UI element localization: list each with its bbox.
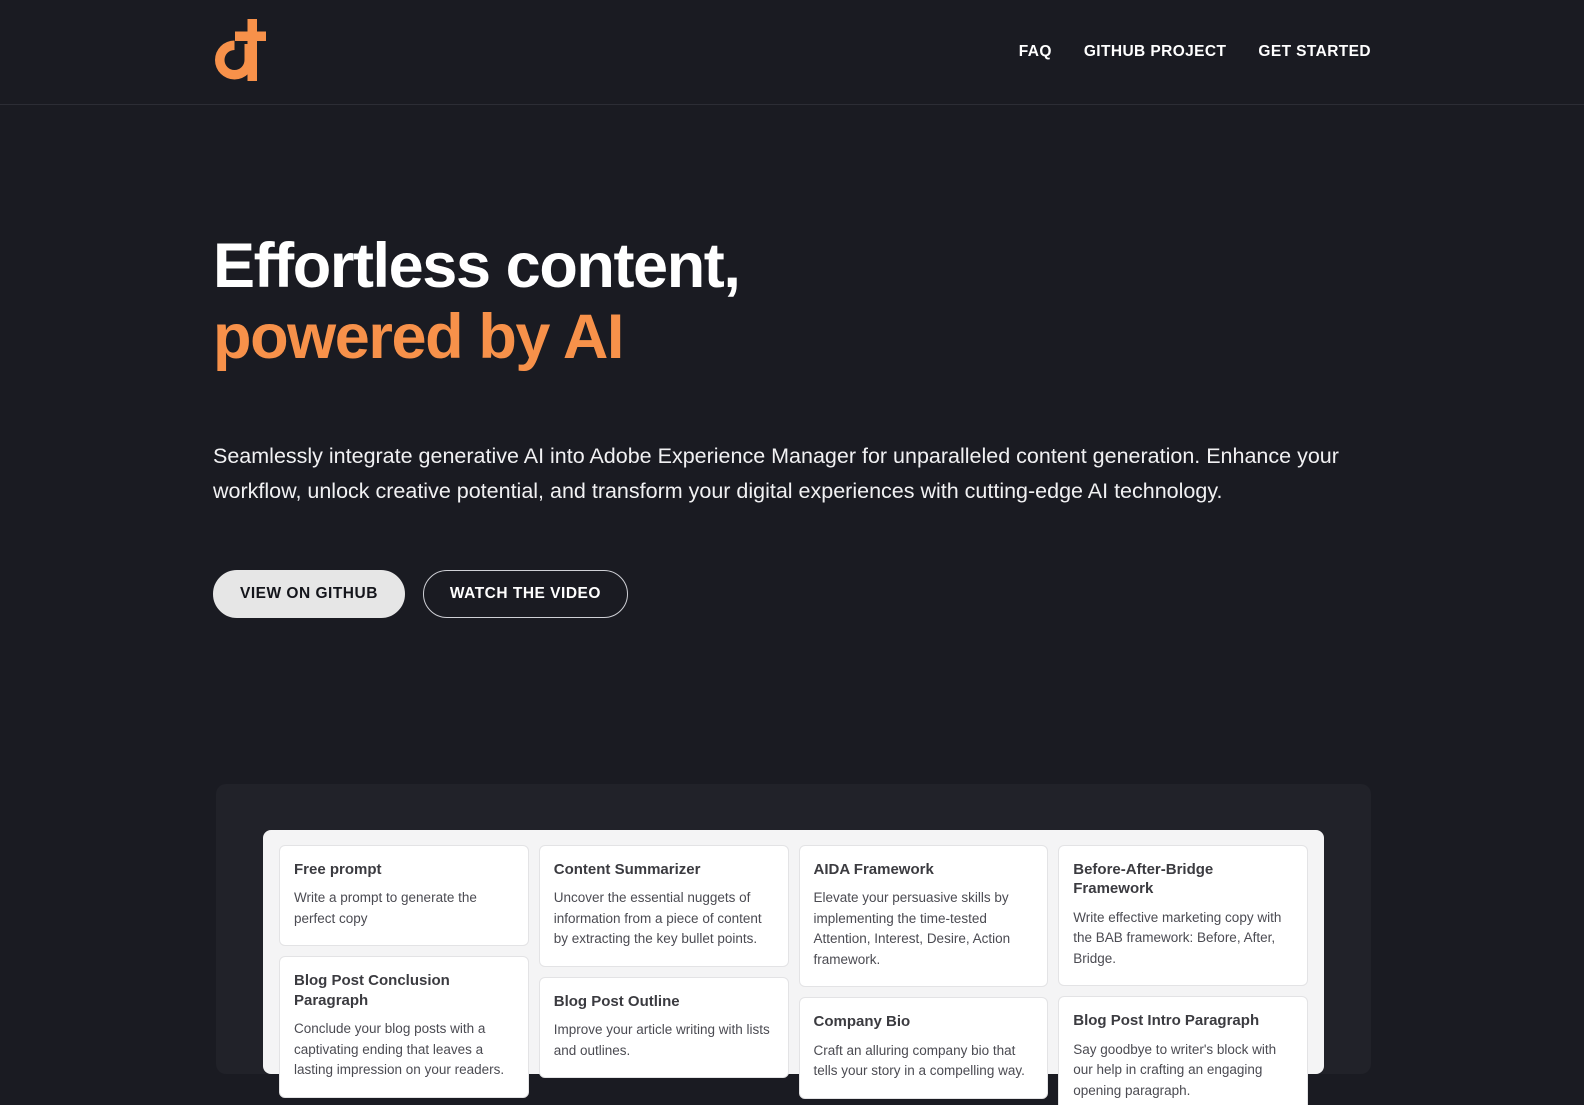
- prompt-card-description: Uncover the essential nuggets of informa…: [553, 890, 762, 947]
- nav-link-get-started[interactable]: GET STARTED: [1258, 43, 1371, 61]
- prompt-card[interactable]: Company Bio Craft an alluring company bi…: [798, 997, 1049, 1099]
- view-on-github-button[interactable]: VIEW ON GITHUB: [213, 569, 405, 618]
- prompt-card[interactable]: AIDA Framework Elevate your persuasive s…: [798, 844, 1049, 988]
- prompt-card[interactable]: Free prompt Write a prompt to generate t…: [279, 844, 529, 947]
- prompt-card-title: Content Summarizer: [553, 860, 701, 878]
- page-title: Effortless content, powered by AI: [213, 231, 1371, 373]
- prompt-card-title: Company Bio: [813, 1013, 911, 1031]
- prompt-card-description: Craft an alluring company bio that tells…: [813, 1042, 1025, 1079]
- prompt-card-title: Free prompt: [294, 860, 382, 878]
- prompt-card[interactable]: Blog Post Outline Improve your article w…: [538, 976, 789, 1079]
- aem-genai-logo-icon: [213, 18, 273, 86]
- prompt-card-description: Write a prompt to generate the perfect c…: [294, 890, 477, 926]
- nav-link-github-project[interactable]: GITHUB PROJECT: [1084, 43, 1227, 61]
- hero-title-line-1: Effortless content,: [213, 231, 741, 301]
- prompt-card-description: Elevate your persuasive skills by implem…: [813, 890, 1011, 967]
- prompt-card[interactable]: Blog Post Intro Paragraph Say goodbye to…: [1058, 996, 1308, 1105]
- prompt-card-title: Blog Post Intro Paragraph: [1073, 1012, 1260, 1030]
- prompt-card-title: AIDA Framework: [813, 860, 934, 878]
- prompt-card-title: Blog Post Conclusion Paragraph: [294, 972, 450, 1009]
- prompt-card-description: Write effective marketing copy with the …: [1073, 909, 1282, 966]
- prompt-card-grid: Free prompt Write a prompt to generate t…: [279, 844, 1308, 1105]
- hero-actions: VIEW ON GITHUB WATCH THE VIDEO: [213, 569, 1371, 618]
- prompt-card[interactable]: Blog Post Conclusion Paragraph Conclude …: [279, 956, 529, 1098]
- prompt-card-title: Before-After-Bridge Framework: [1073, 860, 1214, 898]
- prompt-card-title: Blog Post Outline: [553, 992, 680, 1010]
- hero-title-line-2: powered by AI: [213, 302, 624, 373]
- prompt-card-description: Improve your article writing with lists …: [553, 1022, 770, 1058]
- site-header: FAQ GITHUB PROJECT GET STARTED: [0, 0, 1584, 105]
- hero-section: Effortless content, powered by AI Seamle…: [0, 105, 1584, 618]
- nav-link-faq[interactable]: FAQ: [1019, 43, 1052, 61]
- prompt-showcase-surface: Free prompt Write a prompt to generate t…: [263, 829, 1324, 1105]
- main-nav: FAQ GITHUB PROJECT GET STARTED: [1019, 43, 1371, 61]
- watch-the-video-button[interactable]: WATCH THE VIDEO: [422, 569, 628, 618]
- logo-link[interactable]: [213, 18, 273, 86]
- prompt-showcase-panel: Free prompt Write a prompt to generate t…: [216, 783, 1371, 1105]
- prompt-card-description: Say goodbye to writer's block with our h…: [1073, 1041, 1277, 1098]
- hero-subtitle: Seamlessly integrate generative AI into …: [213, 444, 1339, 503]
- prompt-card-description: Conclude your blog posts with a captivat…: [294, 1021, 505, 1078]
- prompt-card[interactable]: Before-After-Bridge Framework Write effe…: [1058, 844, 1308, 987]
- prompt-card[interactable]: Content Summarizer Uncover the essential…: [538, 844, 789, 967]
